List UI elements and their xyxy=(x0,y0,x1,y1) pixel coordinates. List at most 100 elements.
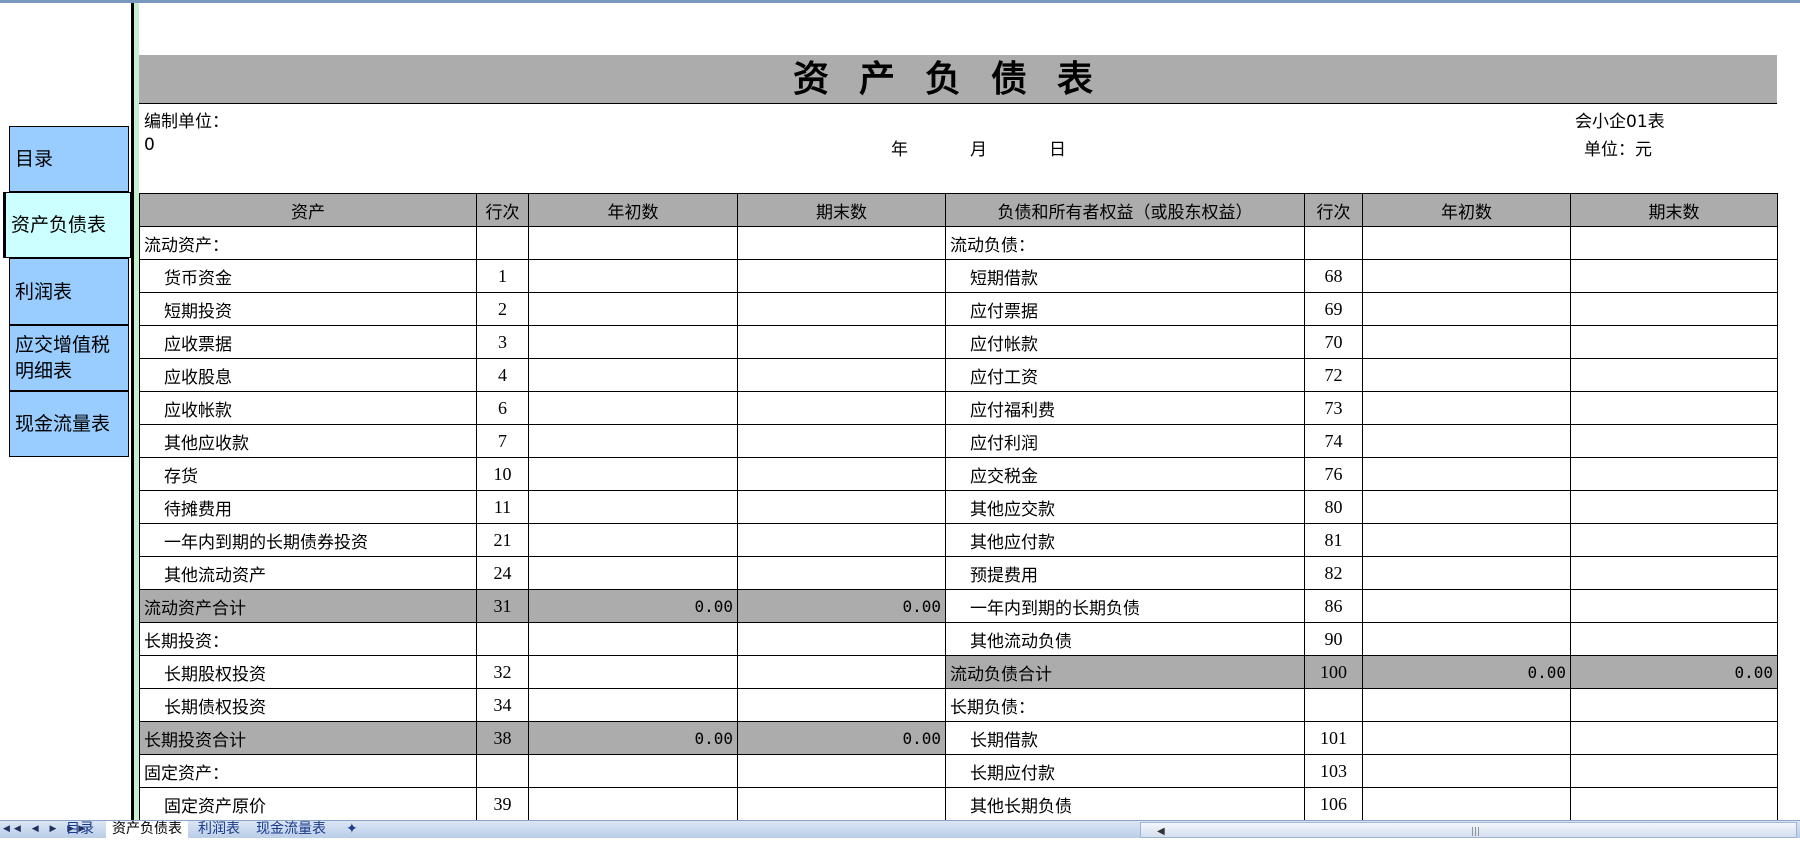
sidebar-item-income-statement[interactable]: 利润表 xyxy=(9,258,129,325)
right-begin-value[interactable] xyxy=(1362,754,1571,788)
right-line-number[interactable]: 86 xyxy=(1304,589,1363,623)
right-begin-value[interactable] xyxy=(1362,787,1571,820)
left-line-number[interactable]: 1 xyxy=(476,259,529,293)
left-item-name[interactable]: 流动资产： xyxy=(139,226,477,260)
scroll-left-icon[interactable]: ◀ xyxy=(1157,823,1165,840)
left-begin-value[interactable] xyxy=(528,523,738,557)
sidebar-item-catalog[interactable]: 目录 xyxy=(9,126,129,192)
left-begin-value[interactable] xyxy=(528,358,738,392)
left-end-value[interactable]: 0.00 xyxy=(737,589,946,623)
right-line-number[interactable]: 69 xyxy=(1304,292,1363,326)
left-line-number[interactable] xyxy=(476,622,529,656)
right-begin-value[interactable] xyxy=(1362,721,1571,755)
right-end-value[interactable] xyxy=(1570,688,1778,722)
left-begin-value[interactable] xyxy=(528,655,738,689)
right-line-number[interactable]: 90 xyxy=(1304,622,1363,656)
left-item-name[interactable]: 其他应收款 xyxy=(139,424,477,458)
horizontal-scrollbar[interactable]: ◀ ||| xyxy=(1140,822,1797,838)
right-begin-value[interactable] xyxy=(1362,391,1571,425)
right-item-name[interactable]: 应付利润 xyxy=(945,424,1305,458)
right-begin-value[interactable] xyxy=(1362,622,1571,656)
right-item-name[interactable]: 流动负债合计 xyxy=(945,655,1305,689)
left-line-number[interactable]: 24 xyxy=(476,556,529,590)
right-line-number[interactable]: 101 xyxy=(1304,721,1363,755)
right-line-number[interactable] xyxy=(1304,226,1363,260)
right-item-name[interactable]: 其他应交款 xyxy=(945,490,1305,524)
left-end-value[interactable] xyxy=(737,556,946,590)
right-end-value[interactable] xyxy=(1570,358,1778,392)
left-begin-value[interactable] xyxy=(528,391,738,425)
left-begin-value[interactable] xyxy=(528,556,738,590)
right-item-name[interactable]: 应付工资 xyxy=(945,358,1305,392)
right-item-name[interactable]: 其他流动负债 xyxy=(945,622,1305,656)
right-item-name[interactable]: 短期借款 xyxy=(945,259,1305,293)
left-begin-value[interactable] xyxy=(528,490,738,524)
right-begin-value[interactable] xyxy=(1362,556,1571,590)
left-begin-value[interactable]: 0.00 xyxy=(528,589,738,623)
right-end-value[interactable] xyxy=(1570,292,1778,326)
right-end-value[interactable] xyxy=(1570,259,1778,293)
right-item-name[interactable]: 应付票据 xyxy=(945,292,1305,326)
empty-top-cell[interactable] xyxy=(139,3,1777,56)
left-line-number[interactable]: 32 xyxy=(476,655,529,689)
left-line-number[interactable]: 3 xyxy=(476,325,529,359)
right-item-name[interactable]: 应交税金 xyxy=(945,457,1305,491)
left-begin-value[interactable] xyxy=(528,325,738,359)
right-begin-value[interactable] xyxy=(1362,292,1571,326)
right-item-name[interactable]: 长期负债： xyxy=(945,688,1305,722)
left-item-name[interactable]: 待摊费用 xyxy=(139,490,477,524)
right-line-number[interactable]: 76 xyxy=(1304,457,1363,491)
right-line-number[interactable]: 82 xyxy=(1304,556,1363,590)
right-line-number[interactable]: 72 xyxy=(1304,358,1363,392)
left-begin-value[interactable] xyxy=(528,622,738,656)
tab-cash-flow[interactable]: 现金流量表 xyxy=(250,821,332,838)
left-begin-value[interactable] xyxy=(528,226,738,260)
right-begin-value[interactable] xyxy=(1362,358,1571,392)
tab-catalog[interactable]: 目录 xyxy=(60,821,100,838)
right-line-number[interactable]: 81 xyxy=(1304,523,1363,557)
right-item-name[interactable]: 应付帐款 xyxy=(945,325,1305,359)
left-line-number[interactable]: 38 xyxy=(476,721,529,755)
left-end-value[interactable] xyxy=(737,325,946,359)
right-item-name[interactable]: 长期应付款 xyxy=(945,754,1305,788)
right-line-number[interactable]: 103 xyxy=(1304,754,1363,788)
right-line-number[interactable]: 70 xyxy=(1304,325,1363,359)
right-begin-value[interactable] xyxy=(1362,523,1571,557)
sidebar-item-cash-flow[interactable]: 现金流量表 xyxy=(9,391,129,457)
tab-balance-sheet[interactable]: 资产负债表 xyxy=(106,821,188,838)
left-item-name[interactable]: 短期投资 xyxy=(139,292,477,326)
right-item-name[interactable]: 其他长期负债 xyxy=(945,787,1305,820)
left-line-number[interactable] xyxy=(476,226,529,260)
right-end-value[interactable] xyxy=(1570,457,1778,491)
right-line-number[interactable]: 73 xyxy=(1304,391,1363,425)
unit-value[interactable]: 0 xyxy=(144,135,155,155)
left-end-value[interactable] xyxy=(737,655,946,689)
right-end-value[interactable] xyxy=(1570,523,1778,557)
left-begin-value[interactable] xyxy=(528,259,738,293)
right-begin-value[interactable]: 0.00 xyxy=(1362,655,1571,689)
left-item-name[interactable]: 长期投资合计 xyxy=(139,721,477,755)
left-item-name[interactable]: 其他流动资产 xyxy=(139,556,477,590)
left-end-value[interactable] xyxy=(737,490,946,524)
right-item-name[interactable]: 其他应付款 xyxy=(945,523,1305,557)
right-end-value[interactable] xyxy=(1570,589,1778,623)
right-end-value[interactable] xyxy=(1570,490,1778,524)
left-begin-value[interactable] xyxy=(528,754,738,788)
right-end-value[interactable]: 0.00 xyxy=(1570,655,1778,689)
left-begin-value[interactable]: 0.00 xyxy=(528,721,738,755)
left-end-value[interactable] xyxy=(737,226,946,260)
right-end-value[interactable] xyxy=(1570,754,1778,788)
right-item-name[interactable]: 流动负债： xyxy=(945,226,1305,260)
left-item-name[interactable]: 存货 xyxy=(139,457,477,491)
right-item-name[interactable]: 预提费用 xyxy=(945,556,1305,590)
right-item-name[interactable]: 一年内到期的长期负债 xyxy=(945,589,1305,623)
left-line-number[interactable]: 6 xyxy=(476,391,529,425)
left-begin-value[interactable] xyxy=(528,292,738,326)
left-item-name[interactable]: 应收帐款 xyxy=(139,391,477,425)
left-end-value[interactable] xyxy=(737,292,946,326)
sidebar-item-balance-sheet[interactable]: 资产负债表 xyxy=(3,192,131,258)
tab-income-statement[interactable]: 利润表 xyxy=(192,821,246,838)
right-end-value[interactable] xyxy=(1570,721,1778,755)
left-item-name[interactable]: 货币资金 xyxy=(139,259,477,293)
insert-sheet-icon[interactable]: ✦ xyxy=(340,821,364,838)
